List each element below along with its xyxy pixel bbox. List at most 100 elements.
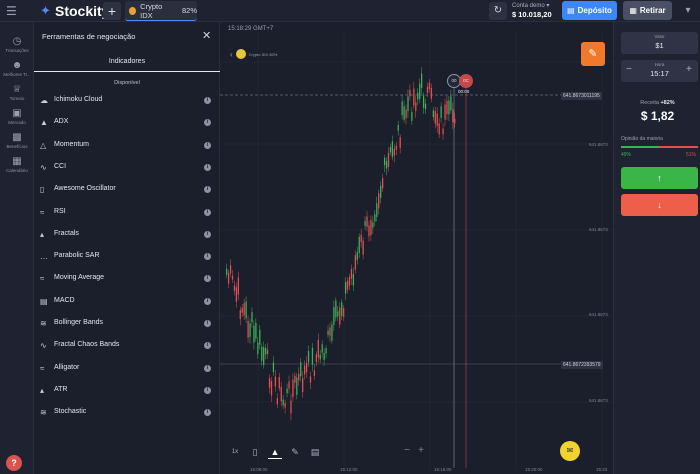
indicator-label: MACD [54,296,75,304]
candle [366,216,368,227]
candle [311,347,314,365]
candle [278,377,280,389]
candle [272,362,275,373]
time-field[interactable]: − Hora 15:17 + [621,60,698,82]
indicator-item[interactable]: ☁ Ichimoku Cloud i [34,93,220,111]
user-menu-icon[interactable]: ▾ [680,3,696,19]
nav-item-calendar[interactable]: ▦ Calendário [0,156,34,173]
candle [409,89,411,97]
candle [411,112,413,121]
withdraw-button[interactable]: ▦ Retirar [623,1,672,20]
indicator-item[interactable]: ∿ Fractal Chaos Bands i [34,338,220,356]
indicator-label: CCI [54,162,67,170]
countdown: 00:00 [458,89,470,94]
nav-item-benefits[interactable]: ▩ Benefícios [0,132,34,149]
account-selector[interactable]: Conta demo ▾ $ 10.018,20 [512,0,562,22]
indicator-item[interactable]: ▤ MACD i [34,294,220,312]
mail-button[interactable]: ✉ [560,441,580,461]
candle [358,236,360,254]
indicator-item[interactable]: ▴ Fractals i [34,227,220,245]
indicator-icon: △ [40,140,47,150]
candle [315,354,317,362]
candle [442,128,444,135]
indicator-item[interactable]: ∿ CCI i [34,160,220,178]
candle [397,124,399,131]
candle [329,327,331,336]
time-axis-label: 15:20:00 [525,467,543,472]
nav-item-top-traders[interactable]: ☻ Melhores Tr... [0,60,34,77]
indicator-item[interactable]: △ Momentum i [34,138,220,156]
candle [446,101,448,115]
info-icon[interactable]: i [204,253,211,261]
chevron-left-icon[interactable]: ‹ [230,50,233,59]
indicator-item[interactable]: ≈ Moving Average i [34,271,220,289]
indicator-item[interactable]: ▴ ATR i [34,383,220,401]
indicator-item[interactable]: ≈ RSI i [34,205,220,223]
candle [335,300,337,318]
candle [436,113,438,126]
info-icon[interactable]: i [204,364,211,372]
asset-tab[interactable]: Crypto IDX 82% [125,1,197,21]
up-button[interactable]: ↑ [621,167,698,189]
candle [354,255,356,270]
indicator-item[interactable]: ≋ Stochastic i [34,405,220,423]
indicator-item[interactable]: … Parabolic SAR i [34,249,220,267]
candle [251,312,253,322]
indicator-label: Alligator [54,363,80,371]
candle [362,240,364,255]
nav-item-transactions[interactable]: ◷ Transações [0,36,34,53]
plus-icon[interactable]: + [686,64,692,75]
help-button[interactable]: ? [6,455,22,471]
indicator-item[interactable]: ≋ Bollinger Bands i [34,316,220,334]
candle [239,309,241,319]
price-axis-label: 641.8673 [589,227,608,232]
candles-icon[interactable]: ▯ [248,445,262,459]
zoom-in-icon[interactable]: + [416,446,426,456]
info-icon[interactable]: i [204,208,211,216]
info-icon[interactable]: i [204,409,211,417]
pencil-icon[interactable]: ✎ [288,445,302,459]
close-icon[interactable]: ✕ [202,29,211,42]
info-icon[interactable]: i [204,320,211,327]
indicator-icon: ▤ [40,296,48,306]
amount-field[interactable]: Valor $1 [621,32,698,54]
info-icon[interactable]: i [204,141,211,149]
info-icon[interactable]: i [204,386,211,394]
deposit-button[interactable]: ▤ Depósito [562,1,617,20]
indicator-item[interactable]: ▲ ADX i [34,115,220,133]
candle [399,137,401,149]
info-icon[interactable]: i [204,97,211,104]
add-asset-button[interactable]: + [103,2,121,20]
candle [304,365,306,375]
indicator-item[interactable]: ▯ Awesome Oscillator i [34,182,220,200]
indicator-icon: ▯ [40,185,45,195]
info-icon[interactable]: i [204,230,211,238]
indicator-item[interactable]: ≈ Alligator i [34,361,220,379]
nav-item-tournament[interactable]: ♕ Torneio [0,84,34,101]
zoom-level[interactable]: 1x [228,445,242,459]
account-balance: $ 10.018,20 [512,10,552,19]
info-icon[interactable]: i [204,342,211,350]
zoom-out-icon[interactable]: − [402,446,412,456]
info-icon[interactable]: i [204,297,211,305]
candle [266,349,269,354]
panel-title: Ferramentas de negociação [42,32,136,41]
add-trade-button[interactable]: ✎ [581,42,605,66]
menu-icon[interactable]: ☰ [6,4,20,18]
sync-icon[interactable]: ↻ [489,2,507,20]
info-icon[interactable]: i [204,163,211,171]
candle [417,92,419,100]
tab-indicators[interactable]: Indicadores [34,52,220,72]
indicator-label: Fractal Chaos Bands [54,341,120,349]
info-icon[interactable]: i [204,275,211,283]
draw-tool-icon[interactable]: ▲ [268,445,282,459]
candlestick-chart[interactable] [220,22,613,474]
nav-item-market[interactable]: ▣ Mercado [0,108,34,125]
indicator-icon: ∿ [40,341,47,351]
price-chart[interactable]: 15:18:29 GMT+7 ‹ Crypto IDX 80% ✎ 00 0C … [220,22,613,474]
down-button[interactable]: ↓ [621,194,698,216]
info-icon[interactable]: i [204,119,211,127]
layout-icon[interactable]: ▤ [308,445,322,459]
candle [378,193,380,209]
info-icon[interactable]: i [204,186,211,194]
